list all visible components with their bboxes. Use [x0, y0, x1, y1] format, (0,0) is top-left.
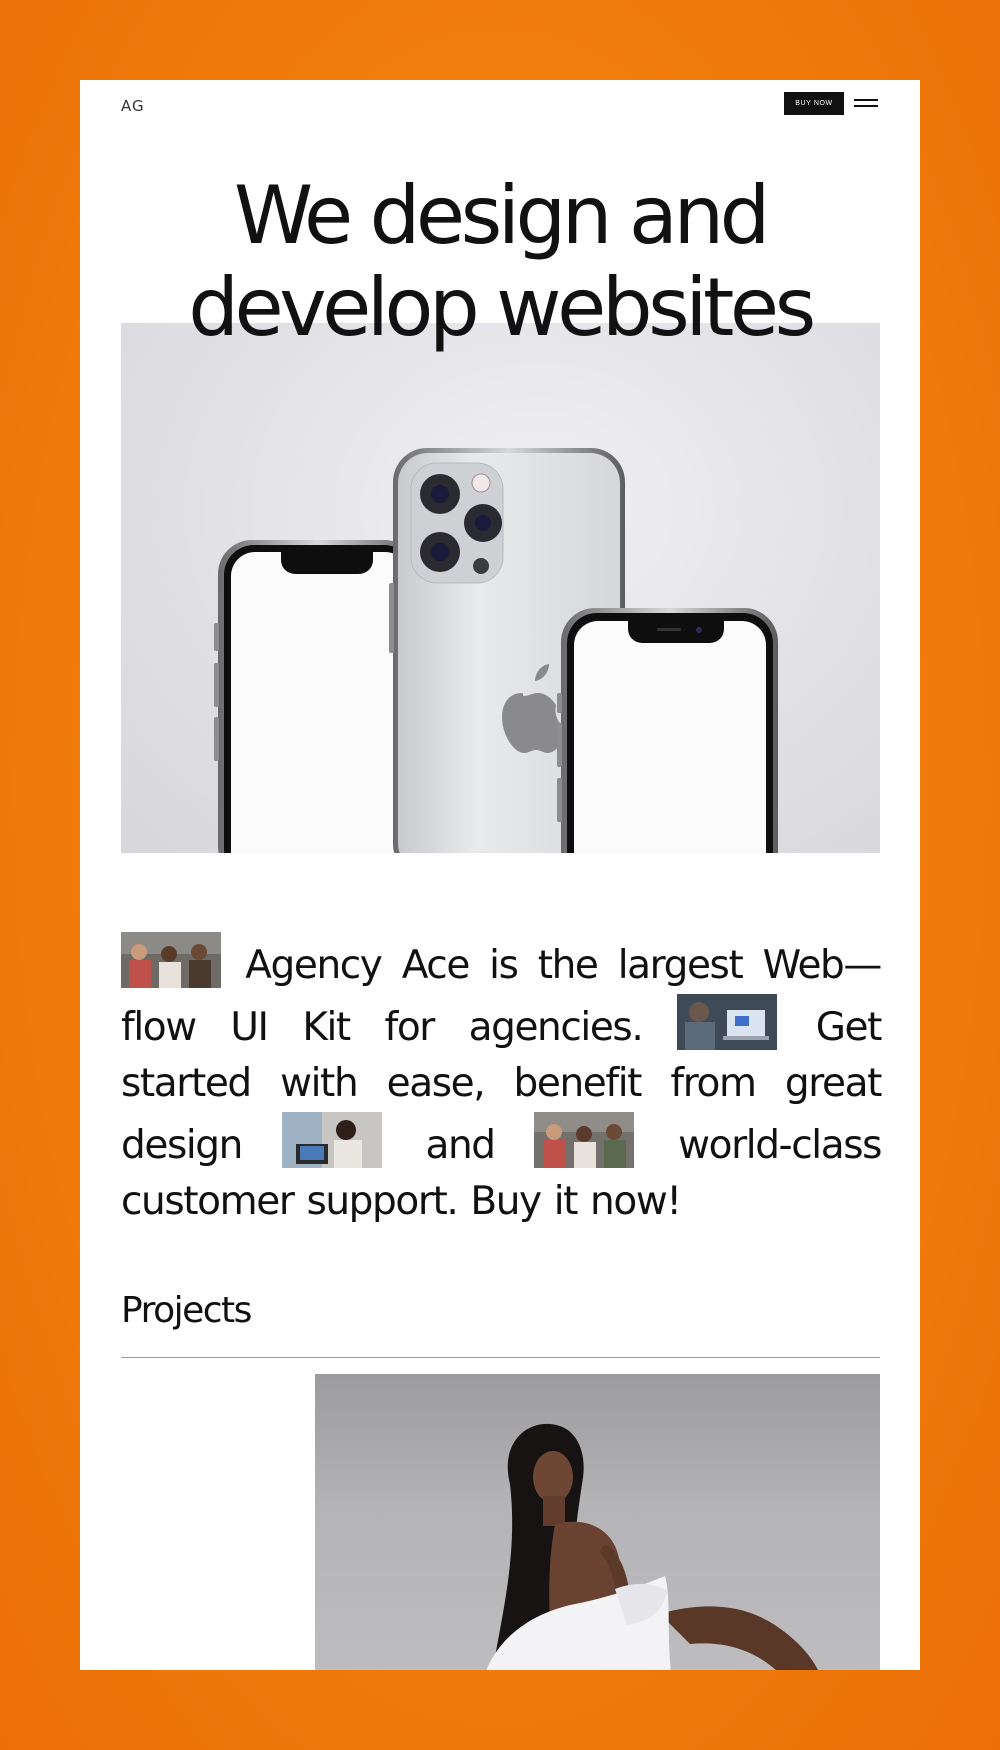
projects-heading: Projects — [121, 1290, 252, 1331]
phones-illustration — [214, 448, 778, 853]
hero-image — [121, 323, 880, 853]
menu-line — [854, 105, 878, 107]
laptop-thumbnail — [677, 994, 778, 1050]
team-thumbnail-2 — [534, 1112, 635, 1168]
buy-now-button[interactable]: BUY NOW — [784, 92, 844, 115]
project-image[interactable] — [315, 1374, 880, 1670]
team-thumbnail-1 — [121, 932, 221, 988]
hero-title-line-2: develop websites — [188, 261, 816, 354]
page-card: AG BUY NOW We design and develop website… — [80, 80, 920, 1670]
phone-right — [557, 608, 778, 853]
divider — [121, 1357, 880, 1358]
menu-line — [854, 99, 878, 101]
portrait-illustration — [486, 1423, 818, 1670]
logo[interactable]: AG — [121, 97, 145, 115]
hamburger-icon[interactable] — [852, 95, 880, 111]
phone-left — [214, 540, 418, 853]
hero-title: We design and develop websites — [80, 170, 920, 354]
workspace-thumbnail — [281, 1112, 382, 1168]
hero-title-line-1: We design and — [234, 169, 770, 262]
about-paragraph: Agency Ace is the largest Web—flow UI Ki… — [121, 932, 882, 1230]
about-text-3: and — [425, 1123, 496, 1168]
